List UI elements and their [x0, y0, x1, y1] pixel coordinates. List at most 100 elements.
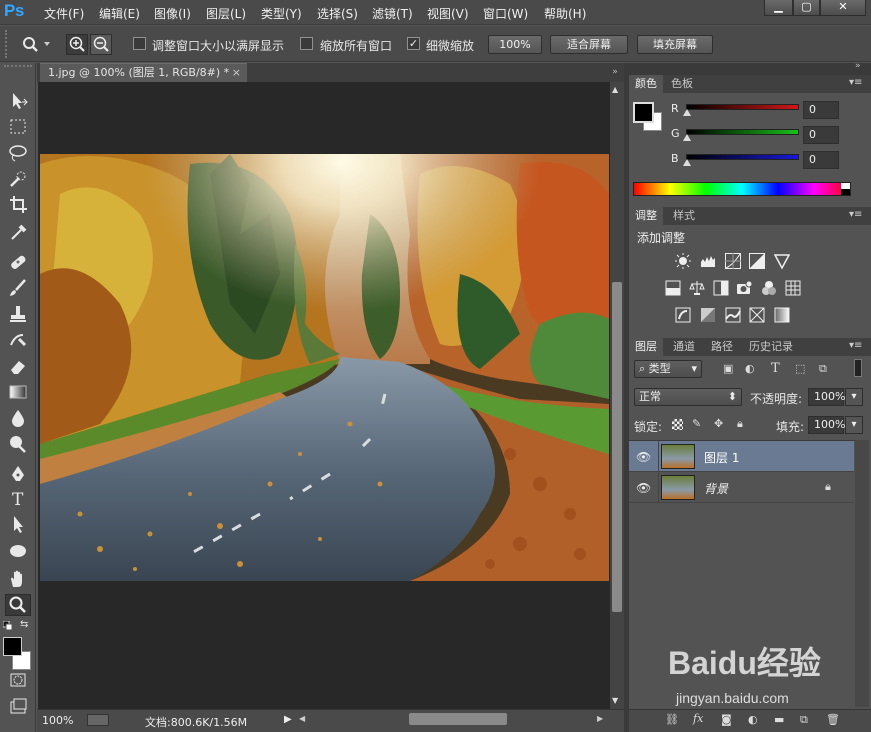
pixel-layer-filter-icon[interactable]: ▣: [723, 362, 733, 375]
fit-screen-button[interactable]: 适合屏幕: [550, 35, 628, 54]
close-window-button[interactable]: ✕: [820, 0, 866, 16]
foreground-color-chip[interactable]: [633, 102, 654, 123]
zoom-out-icon[interactable]: [90, 34, 112, 55]
opacity-field[interactable]: 100%: [808, 388, 845, 406]
invert-icon[interactable]: [675, 307, 691, 323]
zoom-in-icon[interactable]: [66, 34, 88, 55]
gradient-tool-icon[interactable]: [5, 381, 31, 403]
zoom-tool-icon[interactable]: [5, 594, 31, 616]
swap-colors-icon[interactable]: ⇆: [20, 619, 28, 630]
menu-item[interactable]: 图层(L): [206, 5, 246, 22]
layers-panel-menu-icon[interactable]: ▾≡: [849, 340, 862, 351]
black-white-icon[interactable]: [713, 280, 729, 296]
menu-item[interactable]: 滤镜(T): [372, 5, 413, 22]
lasso-tool-icon[interactable]: [5, 142, 31, 164]
zoom-all-checkbox[interactable]: [300, 37, 313, 50]
photo-filter-icon[interactable]: [737, 280, 753, 296]
tab-swatches[interactable]: 色板: [665, 75, 699, 93]
layer-filter-dropdown[interactable]: ⌕ 类型 ▾: [634, 360, 702, 378]
marquee-tool-icon[interactable]: [5, 116, 31, 138]
lock-pixels-icon[interactable]: ✎: [692, 417, 701, 430]
gradient-map-icon[interactable]: [774, 307, 790, 323]
channel-slider[interactable]: [686, 154, 799, 160]
threshold-icon[interactable]: [725, 307, 741, 323]
new-adjustment-layer-icon[interactable]: ◐: [748, 713, 758, 726]
color-spectrum-ramp[interactable]: [633, 182, 851, 196]
actual-pixels-button[interactable]: 100%: [488, 35, 542, 54]
channel-value-field[interactable]: 0: [803, 151, 839, 169]
adjustment-layer-filter-icon[interactable]: ◐: [745, 362, 755, 375]
channel-slider[interactable]: [686, 104, 799, 110]
zoom-tool-preset-icon[interactable]: [22, 36, 50, 52]
menu-item[interactable]: 文件(F): [44, 5, 84, 22]
resize-windows-checkbox[interactable]: [133, 37, 146, 50]
brush-tool-icon[interactable]: [5, 277, 31, 299]
ellipse-tool-icon[interactable]: [5, 540, 31, 562]
layer-row[interactable]: 👁︎ 背景 🔒︎: [629, 472, 854, 503]
delete-layer-icon[interactable]: 🗑︎: [826, 713, 840, 726]
menu-item[interactable]: 选择(S): [317, 5, 358, 22]
tab-channels[interactable]: 通道: [667, 338, 701, 356]
menu-item[interactable]: 窗口(W): [483, 5, 528, 22]
scrubby-zoom-checkbox[interactable]: ✓: [407, 37, 420, 50]
curves-icon[interactable]: [725, 253, 741, 269]
vertical-scrollbar[interactable]: ▲ ▼: [610, 82, 624, 709]
type-tool-icon[interactable]: T: [5, 487, 31, 509]
crop-tool-icon[interactable]: [5, 194, 31, 216]
zoom-level[interactable]: 100%: [42, 714, 73, 727]
opacity-chevron-icon[interactable]: ▾: [845, 388, 863, 406]
foreground-color-swatch[interactable]: [3, 637, 22, 656]
menu-item[interactable]: 类型(Y): [261, 5, 302, 22]
adjustments-panel-menu-icon[interactable]: ▾≡: [849, 209, 862, 220]
color-balance-icon[interactable]: [689, 280, 705, 296]
layer-row[interactable]: 👁︎ 图层 1: [629, 441, 854, 472]
lock-transparent-icon[interactable]: [672, 419, 683, 430]
tab-paths[interactable]: 路径: [705, 338, 739, 356]
filter-toggle-switch[interactable]: [854, 359, 862, 377]
toolbox-grip[interactable]: [4, 65, 32, 69]
blur-tool-icon[interactable]: [5, 407, 31, 429]
hand-tool-icon[interactable]: [5, 568, 31, 590]
channel-slider-thumb[interactable]: [683, 109, 691, 116]
scroll-down-arrow-icon[interactable]: ▼: [612, 696, 618, 705]
minimize-button[interactable]: ▁: [764, 0, 793, 16]
tab-layers[interactable]: 图层: [629, 338, 663, 356]
quick-selection-tool-icon[interactable]: [5, 168, 31, 190]
exposure-icon[interactable]: [749, 253, 765, 269]
healing-brush-tool-icon[interactable]: [5, 251, 31, 273]
pen-tool-icon[interactable]: [5, 463, 31, 485]
restore-button[interactable]: ▢: [793, 0, 820, 16]
tab-bar-collapse-icon[interactable]: »: [607, 63, 623, 82]
layers-scrollbar[interactable]: [855, 440, 869, 707]
close-tab-icon[interactable]: ×: [232, 64, 241, 81]
layer-name[interactable]: 背景: [704, 480, 728, 497]
channel-slider-thumb[interactable]: [683, 134, 691, 141]
fill-screen-button[interactable]: 填充屏幕: [637, 35, 713, 54]
scroll-left-arrow-icon[interactable]: ◀: [299, 714, 305, 723]
scroll-up-arrow-icon[interactable]: ▲: [612, 85, 618, 94]
horizontal-scroll-thumb[interactable]: [409, 713, 507, 725]
vibrance-icon[interactable]: [774, 253, 790, 269]
menu-item[interactable]: 帮助(H): [544, 5, 586, 22]
color-panel-menu-icon[interactable]: ▾≡: [849, 77, 862, 88]
layer-style-icon[interactable]: fx: [693, 712, 703, 725]
canvas-image[interactable]: [40, 154, 609, 581]
link-layers-icon[interactable]: ⛓︎: [665, 713, 679, 726]
tab-adjustments[interactable]: 调整: [629, 207, 663, 225]
channel-mixer-icon[interactable]: [761, 280, 777, 296]
lock-all-icon[interactable]: 🔒︎: [737, 417, 743, 431]
channel-value-field[interactable]: 0: [803, 126, 839, 144]
history-brush-tool-icon[interactable]: [5, 329, 31, 351]
add-mask-icon[interactable]: ◙: [721, 713, 732, 726]
channel-slider[interactable]: [686, 129, 799, 135]
panel-dock-collapse-icon[interactable]: »: [855, 61, 861, 71]
move-tool-icon[interactable]: [5, 90, 31, 112]
brightness-contrast-icon[interactable]: [675, 253, 691, 269]
visibility-eye-icon[interactable]: 👁︎: [636, 481, 651, 495]
shape-layer-filter-icon[interactable]: ⬚: [795, 362, 805, 375]
posterize-icon[interactable]: [700, 307, 716, 323]
tab-history[interactable]: 历史记录: [743, 338, 799, 356]
fill-field[interactable]: 100%: [808, 416, 845, 434]
new-layer-icon[interactable]: ⧉: [800, 713, 808, 727]
screen-mode-icon[interactable]: [5, 696, 31, 718]
